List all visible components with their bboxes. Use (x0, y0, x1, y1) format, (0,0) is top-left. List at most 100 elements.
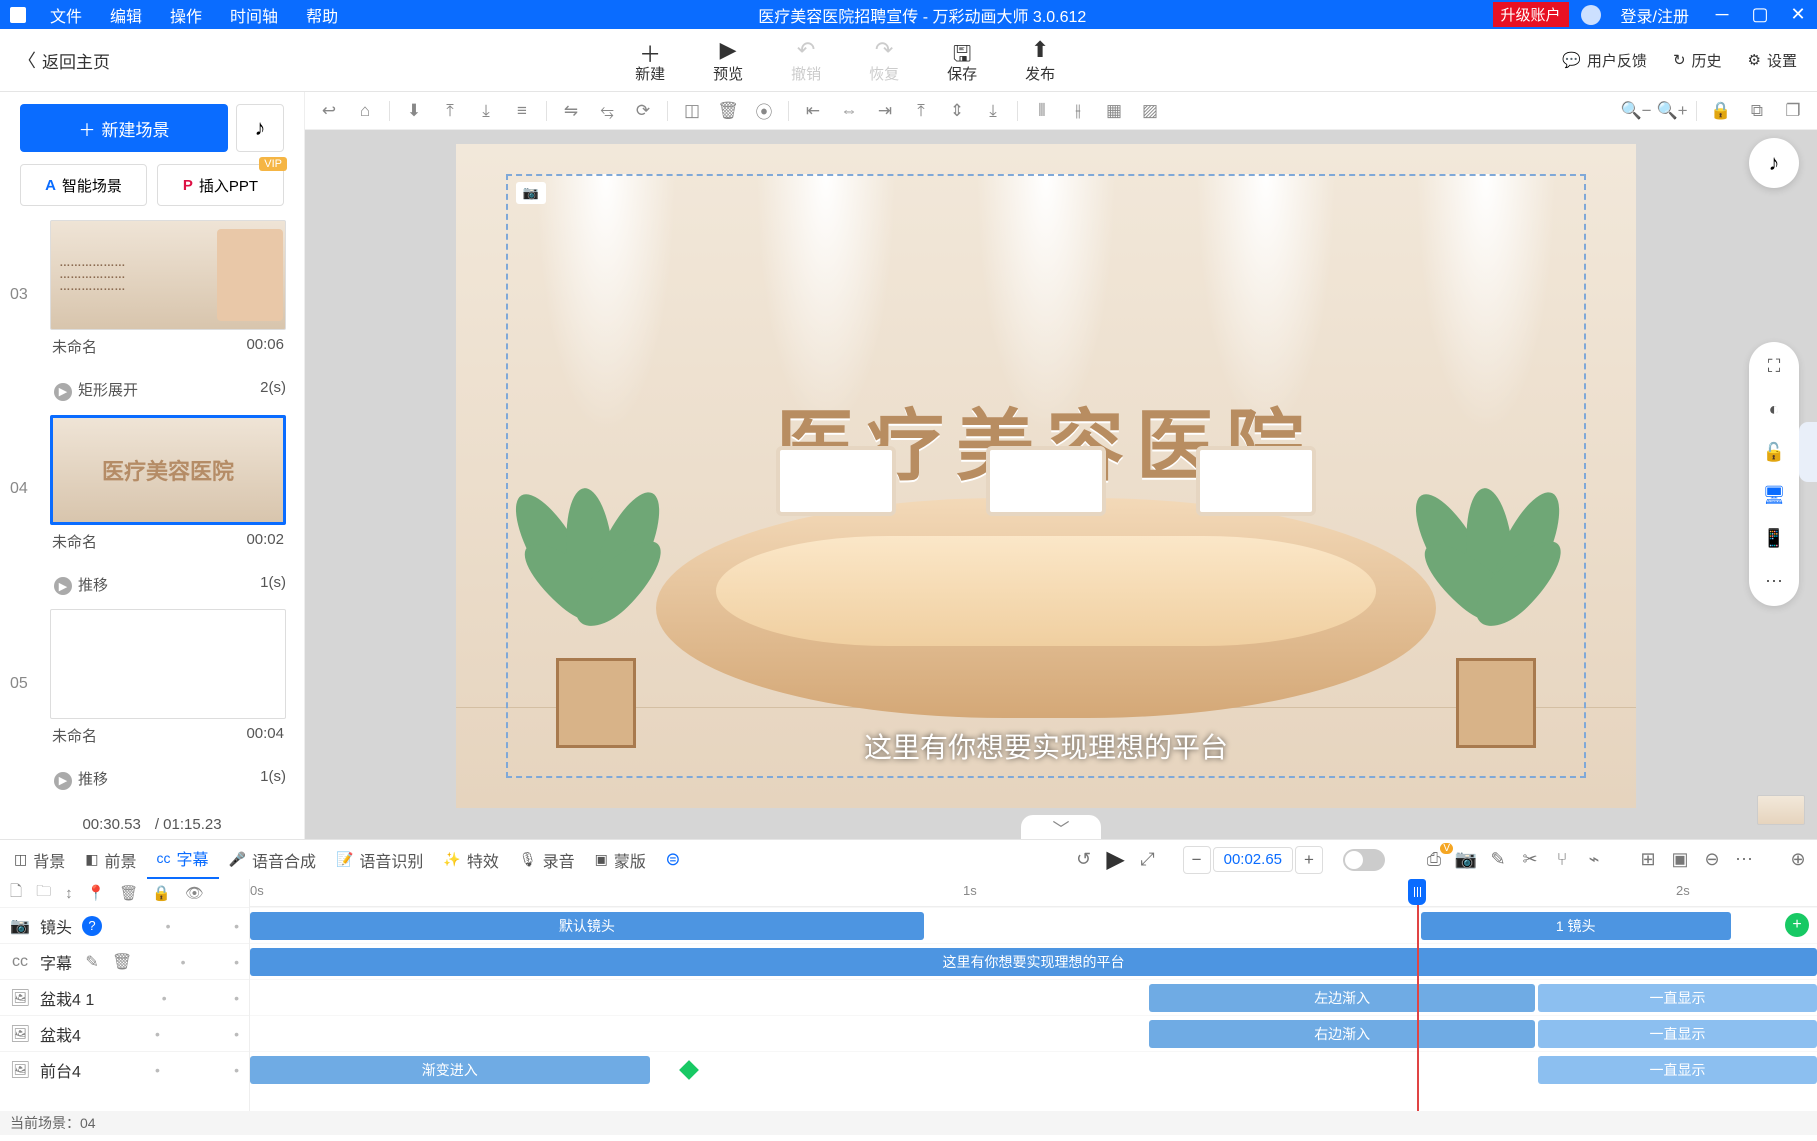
track-dot2-icon[interactable]: • (234, 1062, 239, 1078)
play-icon[interactable]: ▶ (54, 577, 72, 595)
copy-icon[interactable]: ⧉ (1739, 101, 1775, 121)
fx-icon[interactable]: ⌁ (1579, 849, 1609, 870)
extra-circle-icon[interactable]: ⊜ (658, 849, 688, 870)
bring-front-icon[interactable]: ⤒ (432, 101, 468, 121)
track-header[interactable]: cc字幕✎🗑•• (0, 943, 249, 979)
camera-clip[interactable]: 默认镜头 (250, 912, 924, 940)
align-right-icon[interactable]: ⇥ (867, 101, 903, 121)
align-center-icon[interactable]: ⇔ (831, 101, 867, 121)
tab-语音识别[interactable]: 📝语音识别 (326, 840, 433, 880)
add-camera-button[interactable]: + (1785, 913, 1809, 937)
tl-eye-icon[interactable]: 👁 (185, 884, 204, 902)
dock-more-icon[interactable]: ⋯ (1765, 571, 1783, 592)
menu-operate[interactable]: 操作 (156, 3, 216, 27)
upgrade-button[interactable]: 升级账户 (1493, 2, 1569, 27)
send-back-icon[interactable]: ⤓ (468, 101, 504, 121)
close-button[interactable]: ✕ (1779, 4, 1817, 25)
tl-lock-icon[interactable]: 🔒 (152, 884, 171, 902)
flip-h-icon[interactable]: ⇋ (553, 101, 589, 121)
layers-icon[interactable]: ❐ (1775, 101, 1811, 121)
track-dot-icon[interactable]: • (181, 954, 186, 970)
dock-unlock-icon[interactable]: 🔓 (1763, 442, 1785, 463)
dock-phone-icon[interactable]: 📱 (1763, 528, 1785, 549)
canvas-stage[interactable]: 医疗美容医院 (456, 144, 1636, 808)
back-home-button[interactable]: 〈 返回主页 (0, 47, 128, 73)
filter-icon[interactable]: ⑂ (1547, 849, 1577, 870)
feedback-button[interactable]: 💬用户反馈 (1562, 50, 1647, 71)
tab-特效[interactable]: ✨特效 (433, 840, 508, 880)
align-top-icon[interactable]: ⤒ (903, 101, 939, 121)
keyframe-diamond[interactable] (680, 1060, 700, 1080)
minimap-thumb[interactable] (1757, 795, 1805, 825)
ungroup-icon[interactable]: ▨ (1132, 101, 1168, 121)
dock-safe-icon[interactable]: ◐ (1769, 399, 1780, 420)
tl-trash-icon[interactable]: 🗑 (119, 884, 138, 902)
float-music-button[interactable]: ♪ (1749, 138, 1799, 188)
undo-arrow-icon[interactable]: ↩ (311, 101, 347, 121)
dock-fullscreen-icon[interactable]: ⛶ (1768, 356, 1781, 377)
align-icon[interactable]: ≡ (504, 101, 540, 121)
track-header[interactable]: 🖼盆栽4•• (0, 1015, 249, 1051)
track-dot-icon[interactable]: • (166, 918, 171, 934)
menu-file[interactable]: 文件 (36, 3, 96, 27)
maximize-button[interactable]: ▢ (1741, 4, 1779, 25)
dist-v-icon[interactable]: ⫲ (1060, 101, 1096, 121)
tl-new-icon[interactable]: 🗋 (10, 881, 22, 906)
timecode-display[interactable]: 00:02.65 (1213, 847, 1293, 872)
new-scene-button[interactable]: ＋ 新建场景 (20, 104, 228, 152)
tab-背景[interactable]: ◫背景 (4, 840, 75, 880)
track-dot-icon[interactable]: • (162, 990, 167, 1006)
zoom-out-icon[interactable]: 🔍− (1618, 101, 1654, 121)
timeline-clip[interactable]: 右边渐入 (1149, 1020, 1534, 1048)
timeline-clip[interactable]: 一直显示 (1538, 984, 1817, 1012)
timeline-clip[interactable]: 渐变进入 (250, 1056, 650, 1084)
scene-card[interactable]: 未命名00:04 (42, 605, 294, 756)
group-icon[interactable]: ▦ (1096, 101, 1132, 121)
transition-name[interactable]: 推移 (78, 577, 108, 594)
track-dot2-icon[interactable]: • (234, 990, 239, 1006)
track-header[interactable]: 🖼前台4•• (0, 1051, 249, 1087)
menu-timeline[interactable]: 时间轴 (216, 3, 292, 27)
download-icon[interactable]: ⬇ (396, 101, 432, 121)
time-plus-button[interactable]: + (1295, 846, 1323, 874)
track-header[interactable]: 📷镜头?•• (0, 907, 249, 943)
action-publish[interactable]: ⬆发布 (1001, 37, 1079, 84)
tab-语音合成[interactable]: 🎤语音合成 (219, 840, 326, 880)
zoom-in-icon[interactable]: 🔍+ (1654, 101, 1690, 121)
add-track-icon[interactable]: ⊕ (1783, 849, 1813, 870)
tab-录音[interactable]: 🎙录音 (509, 840, 585, 880)
align-left-icon[interactable]: ⇤ (795, 101, 831, 121)
tl-folder-icon[interactable]: 🗀 (36, 881, 51, 906)
camera-small-icon[interactable]: 📷 (1451, 849, 1481, 870)
play-icon[interactable]: ▶ (1101, 845, 1131, 874)
scene-card[interactable]: ……………………………………………… 未命名00:06 (42, 216, 294, 367)
flip-v-icon[interactable]: ⥃ (589, 101, 625, 121)
tl-move-icon[interactable]: ↕ (65, 885, 73, 902)
track-dot2-icon[interactable]: • (234, 1026, 239, 1042)
music-button[interactable]: ♪ (236, 104, 284, 152)
action-new[interactable]: ＋新建 (611, 37, 689, 84)
side-drawer-handle[interactable] (1799, 422, 1817, 482)
track-dot-icon[interactable]: • (155, 1062, 160, 1078)
timeline-clip[interactable]: 一直显示 (1538, 1056, 1817, 1084)
track-dot2-icon[interactable]: • (234, 918, 239, 934)
menu-edit[interactable]: 编辑 (96, 3, 156, 27)
crop-icon[interactable]: ◫ (674, 101, 710, 121)
tab-前景[interactable]: ◧前景 (75, 840, 146, 880)
track-dot2-icon[interactable]: • (234, 954, 239, 970)
rewind-icon[interactable]: ↺ (1069, 849, 1099, 870)
smart-scene-button[interactable]: A 智能场景 (20, 164, 147, 206)
time-minus-button[interactable]: − (1183, 846, 1211, 874)
timeline-clip[interactable]: 左边渐入 (1149, 984, 1534, 1012)
transition-name[interactable]: 推移 (78, 771, 108, 788)
settings-button[interactable]: ⚙设置 (1748, 50, 1797, 71)
subtitle-clip[interactable]: 这里有你想要实现理想的平台 (250, 948, 1817, 976)
insert-ppt-button[interactable]: P 插入PPT VIP (157, 164, 284, 206)
align-middle-icon[interactable]: ⇕ (939, 101, 975, 121)
expand-icon[interactable]: ⤢ (1133, 849, 1163, 870)
track-del-icon[interactable]: 🗑 (112, 952, 132, 972)
tab-蒙版[interactable]: ▣蒙版 (585, 840, 656, 880)
scissors-icon[interactable]: ✂ (1515, 849, 1545, 870)
scene-card[interactable]: 医疗美容医院 未命名00:02 (42, 411, 294, 562)
keyframe-icon[interactable]: ⎙ (1419, 849, 1449, 870)
